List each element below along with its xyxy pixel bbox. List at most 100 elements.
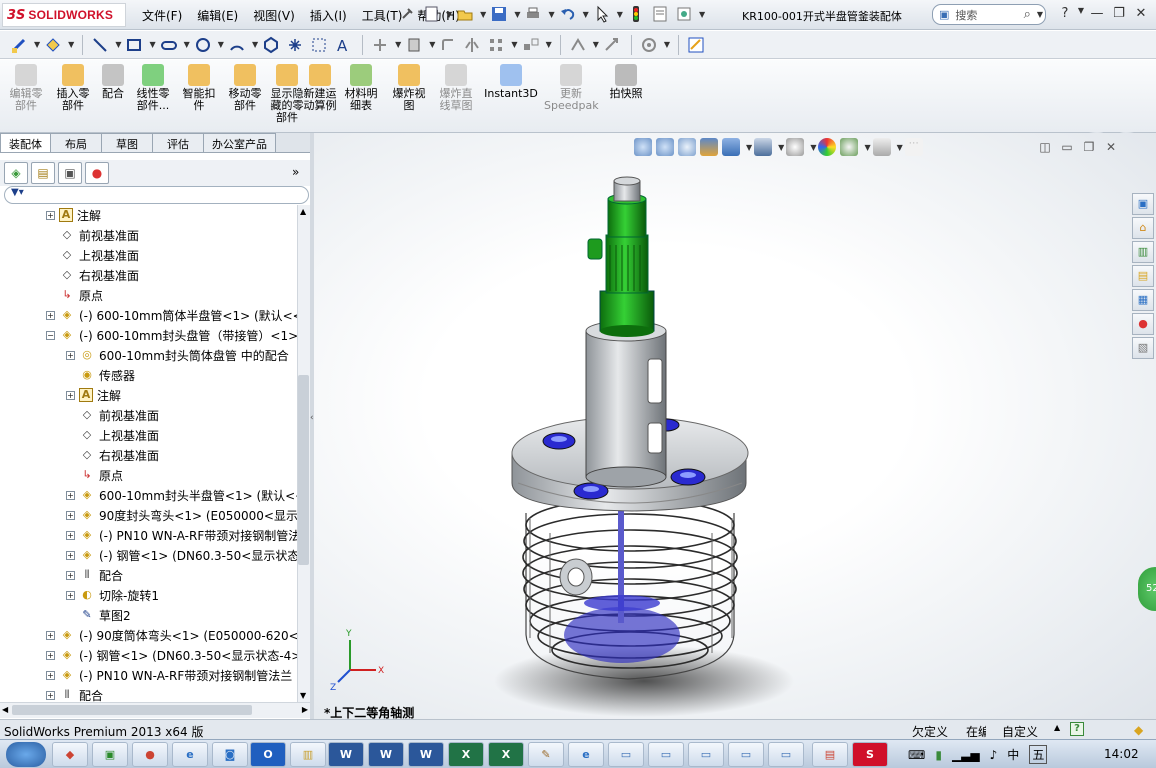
tags-icon[interactable]: ◆ [1134, 723, 1143, 737]
menu-edit[interactable]: 编辑(E) [197, 7, 238, 24]
tree-item[interactable]: + ◈ (-) 钢管<1> (DN60.3-50<显示状态- [66, 545, 297, 565]
taskbar-window-icon[interactable]: ▭ [728, 742, 764, 767]
sketch-icon[interactable] [10, 36, 30, 54]
tree-item[interactable]: + ◈ (-) 钢管<1> (DN60.3-50<显示状态-4> [46, 645, 297, 665]
taskbar-word-icon[interactable]: W [408, 742, 444, 767]
convert-entities-icon[interactable] [405, 36, 425, 54]
tab-assembly[interactable]: 装配体 [0, 133, 51, 152]
tree-scroll-thumb[interactable] [298, 375, 309, 565]
expand-node-icon[interactable]: + [66, 390, 75, 400]
file-properties-icon[interactable] [651, 5, 671, 23]
arc-icon[interactable] [228, 36, 248, 54]
undo-icon[interactable] [559, 5, 579, 23]
point-icon[interactable] [286, 36, 306, 54]
quick-snaps-icon[interactable] [640, 36, 660, 54]
view-settings-icon[interactable] [872, 138, 891, 156]
custom-units[interactable]: 自定义 [1002, 723, 1038, 740]
rectangle-icon[interactable] [125, 36, 145, 54]
expand-node-icon[interactable]: + [46, 310, 55, 320]
expand-node-icon[interactable]: + [66, 510, 75, 520]
tab-office-products[interactable]: 办公室产品 [203, 133, 276, 152]
display-style-icon[interactable] [754, 138, 773, 156]
expand-panel-icon[interactable]: » [292, 165, 299, 179]
taskbar-window-icon[interactable]: ▭ [768, 742, 804, 767]
help-icon[interactable]: ? [1054, 6, 1076, 21]
tree-item[interactable]: ◇ 前视基准面 [46, 225, 139, 245]
tree-item[interactable]: ✎ 草图2 [66, 605, 130, 625]
menu-file[interactable]: 文件(F) [142, 7, 182, 24]
tree-hscroll-thumb[interactable] [12, 705, 252, 715]
motion-study-button[interactable]: 新建运 动算例 [302, 64, 338, 112]
save-icon[interactable] [490, 5, 510, 23]
expand-node-icon[interactable]: + [46, 630, 55, 640]
section-view-icon[interactable] [700, 138, 718, 156]
circle-icon[interactable] [194, 36, 214, 54]
tree-item[interactable]: + ⫴ 配合 [46, 685, 103, 702]
tree-item[interactable]: + ◈ 90度封头弯头<1> (E050000<显示状 [66, 505, 297, 525]
apply-scene-icon[interactable] [840, 138, 859, 156]
display-manager-icon[interactable]: ● [85, 162, 109, 184]
tree-item[interactable]: ◇ 上视基准面 [66, 425, 159, 445]
options-icon[interactable] [675, 5, 695, 23]
expand-node-icon[interactable]: + [66, 590, 75, 600]
close-icon[interactable]: ✕ [1130, 6, 1152, 21]
day-indicator[interactable]: 五 [1029, 745, 1048, 764]
pin-icon[interactable] [398, 5, 418, 23]
custom-properties-icon[interactable]: ▧ [1132, 337, 1154, 359]
expand-node-icon[interactable]: + [46, 670, 55, 680]
slot-icon[interactable] [160, 36, 180, 54]
vp-restore-icon[interactable]: ❐ [1078, 140, 1100, 154]
expand-node-icon[interactable]: + [46, 210, 55, 220]
taskbar-word-icon[interactable]: W [328, 742, 364, 767]
units-dropdown-icon[interactable]: ▲ [1054, 723, 1060, 732]
clock[interactable]: 14:02 [1104, 747, 1139, 761]
trim-icon[interactable] [371, 36, 391, 54]
taskbar-ie-icon[interactable]: e [568, 742, 604, 767]
view-orientation-icon[interactable] [722, 138, 740, 156]
speedpak-button[interactable]: 更新 Speedpak [544, 64, 599, 112]
vp-minimize-icon[interactable]: ▭ [1056, 140, 1078, 154]
smart-fasteners-button[interactable]: 智能扣 件 [178, 64, 220, 112]
linear-pattern-button[interactable]: 线性零 部件... [132, 64, 174, 112]
ime-indicator[interactable]: 中 [1007, 746, 1019, 763]
performance-badge[interactable]: 52 [1138, 567, 1156, 611]
new-document-icon[interactable] [422, 5, 442, 23]
taskbar-excel-icon[interactable]: X [488, 742, 524, 767]
solidworks-resources-icon[interactable]: ▣ [1132, 193, 1154, 215]
taskbar-network-icon[interactable]: ◙ [212, 742, 248, 767]
taskbar-window-icon[interactable]: ▭ [648, 742, 684, 767]
mirror-entities-icon[interactable] [463, 36, 483, 54]
property-manager-icon[interactable]: ▤ [31, 162, 55, 184]
tree-filter[interactable]: ▼▾ [4, 186, 309, 204]
search-box[interactable]: ▣ 搜索 ⌕ ▼ [932, 4, 1046, 25]
tab-sketch[interactable]: 草图 [101, 133, 153, 152]
view-palette-icon[interactable]: ▦ [1132, 289, 1154, 311]
tree-item[interactable]: + ◈ (-) 90度筒体弯头<1> (E050000-620<显 [46, 625, 297, 645]
split-view-icon[interactable]: ◫ [1034, 140, 1056, 154]
tree-item[interactable]: ↳ 原点 [66, 465, 123, 485]
scroll-right-icon[interactable]: ▶ [302, 705, 308, 714]
configuration-manager-icon[interactable]: ▣ [58, 162, 82, 184]
edit-component-button[interactable]: 编辑零 部件 [6, 64, 46, 112]
expand-node-icon[interactable]: + [66, 570, 75, 580]
menu-view[interactable]: 视图(V) [253, 7, 295, 24]
tree-item[interactable]: ↳ 原点 [46, 285, 103, 305]
tree-item[interactable]: − ◈ (-) 600-10mm封头盘管（带接管）<1> [46, 325, 297, 345]
polygon-icon[interactable] [262, 36, 282, 54]
tree-item[interactable]: + ◐ 切除-旋转1 [66, 585, 159, 605]
feature-tree-icon[interactable]: ◈ [4, 162, 28, 184]
tree-item[interactable]: + ◈ (-) 600-10mm筒体半盘管<1> (默认<< [46, 305, 297, 325]
edit-appearance-icon[interactable] [818, 138, 837, 156]
expand-node-icon[interactable]: + [66, 530, 75, 540]
linear-sketch-pattern-icon[interactable] [487, 36, 507, 54]
line-icon[interactable] [91, 36, 111, 54]
move-component-button[interactable]: 移动零 部件 [224, 64, 266, 112]
move-entities-icon[interactable] [522, 36, 542, 54]
spline-icon[interactable] [310, 36, 330, 54]
expand-node-icon[interactable]: + [66, 490, 75, 500]
repair-sketch-icon[interactable] [603, 36, 623, 54]
expand-node-icon[interactable]: + [66, 350, 75, 360]
select-arrow-icon[interactable] [593, 5, 613, 23]
tree-item[interactable]: + ◈ (-) PN10 WN-A-RF带颈对接钢制管法 [66, 525, 297, 545]
text-icon[interactable]: A [334, 36, 354, 55]
